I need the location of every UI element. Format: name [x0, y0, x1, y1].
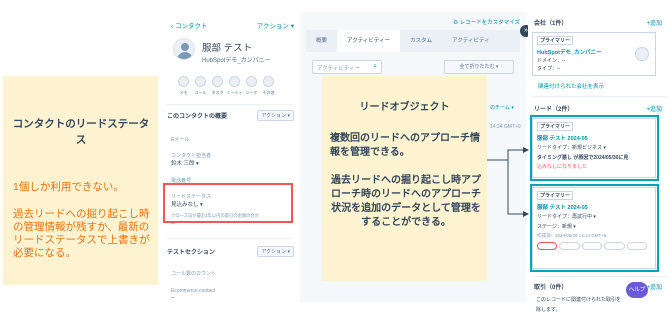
divider	[167, 238, 294, 239]
annotation-title: コンタクトのリードステータス	[12, 118, 150, 146]
contact-nav-row: ‹ コンタクト アクション ▾	[171, 20, 294, 30]
sequence-icon	[246, 76, 257, 87]
action-label: メモ	[179, 90, 188, 95]
deals-empty-text: このレコードに関連付けられた取引を	[536, 297, 622, 303]
associations-panel: 会社（1件） +追加 プライマリー HubSpotデモ_カンパニー ドメイン：-…	[528, 12, 670, 315]
action-label: ミーティ	[226, 90, 243, 95]
avatar	[173, 38, 195, 60]
annotation-line: 複数回のリードへのアプローチ情報を管理できる。	[330, 133, 480, 158]
contact-panel: ‹ コンタクト アクション ▾ 服部 テスト HubSpotデモ_カンパニー メ…	[163, 12, 298, 307]
more-icon	[263, 76, 274, 87]
company-domain: ドメイン：--	[537, 58, 566, 64]
deals-empty-text-cont: 除します。	[536, 307, 561, 313]
search-icon: ⌕	[373, 63, 377, 70]
activity-time: 14:24 GMT+9	[490, 124, 521, 130]
quick-actions: メモ コール タスク ミーティ シーケ その他	[177, 76, 275, 96]
divider	[167, 104, 294, 105]
add-lead-link[interactable]: +追加	[646, 104, 662, 113]
meeting-action-button[interactable]: ミーティ	[226, 76, 243, 96]
search-placeholder: アクティビティー	[317, 66, 361, 72]
phone-icon	[195, 76, 206, 87]
action-label: コール	[194, 90, 207, 95]
call-action-button[interactable]: コール	[194, 76, 207, 96]
tab-custom[interactable]: カスタム	[400, 30, 442, 52]
ecommerce-value: --	[171, 295, 175, 301]
about-actions-button[interactable]: アクション ▾	[257, 110, 294, 121]
note-icon	[178, 76, 189, 87]
lead-object-annotation: リードオブジェクト 複数回のリードへのアプローチ情報を管理できる。 過去リードへ…	[322, 76, 487, 281]
lead-card-1-highlight	[530, 115, 659, 181]
company-card[interactable]: プライマリー HubSpotデモ_カンパニー ドメイン：-- タイプ：--	[532, 32, 656, 76]
activity-search-input[interactable]: アクティビティー ⌕	[312, 60, 382, 74]
view-associated-companies-link[interactable]: 関連付けられた会社を表示	[538, 82, 604, 90]
note-action-button[interactable]: メモ	[177, 76, 190, 96]
company-name-link[interactable]: HubSpotデモ_カンパニー	[537, 48, 601, 56]
company-logo-icon	[635, 47, 649, 61]
tab-overview[interactable]: 概要	[306, 30, 337, 52]
team-filter[interactable]: のチーム ▾	[490, 104, 514, 111]
test-section-title: テストセクション	[167, 250, 216, 256]
annotation-line: 過去リードへの掘り起こし時アプローチ時のリードへのアプローチ状況を追加のデータと…	[331, 175, 481, 228]
contact-name: 服部 テスト	[202, 43, 253, 54]
primary-badge: プライマリー	[537, 36, 574, 45]
more-action-button[interactable]: その他	[262, 76, 275, 96]
action-label: タスク	[211, 90, 224, 95]
collapse-all-button[interactable]: 全て折りたたむ ▾	[444, 60, 514, 74]
about-section-header[interactable]: このコンタクトの概要 アクション ▾	[167, 110, 294, 121]
about-section-title: このコンタクトの概要	[167, 114, 228, 120]
add-company-link[interactable]: +追加	[646, 18, 662, 27]
divider	[532, 96, 666, 97]
test-section-header[interactable]: テストセクション アクション ▾	[167, 246, 294, 257]
email-label: Eメール	[171, 137, 190, 143]
help-button[interactable]: ヘルプ	[626, 282, 648, 298]
owner-select[interactable]: 鈴木 三郎 ▾	[171, 159, 199, 167]
deals-section-title: 取引（0件）	[534, 285, 568, 291]
ecommerce-label: Ecommerce contact	[171, 288, 216, 294]
test-actions-button[interactable]: アクション ▾	[257, 246, 294, 257]
contact-company: HubSpotデモ_カンパニー	[202, 58, 271, 64]
back-to-contacts-link[interactable]: ‹ コンタクト	[171, 20, 207, 30]
company-section-header[interactable]: 会社（1件） +追加	[534, 18, 662, 27]
call-count-label: コール数のカウント	[171, 271, 217, 277]
customize-record-link[interactable]: ⚙ レコードをカスタマイズ	[453, 18, 520, 26]
task-icon	[212, 76, 223, 87]
lead-status-highlight	[163, 183, 293, 223]
annotation-line: 1個しか利用できない。	[13, 181, 124, 193]
lead-card-2-highlight	[530, 184, 659, 272]
contact-actions-menu[interactable]: アクション ▾	[257, 20, 294, 30]
annotation-line: 過去リードへの掘り起こし時の管理情報が残すか、最新のリードステータスで上書きが必…	[13, 208, 150, 259]
lead-status-annotation: コンタクトのリードステータス 1個しか利用できない。 過去リードへの掘り起こし時…	[3, 76, 158, 285]
add-deal-link[interactable]: +追加	[646, 282, 662, 291]
owner-label: コンタクト担当者	[171, 153, 212, 159]
annotation-title: リードオブジェクト	[359, 102, 450, 113]
lead-section-title: リード（2件）	[534, 107, 574, 113]
tab-activity-2[interactable]: アクティビティ	[442, 30, 500, 52]
company-type: タイプ：--	[537, 66, 561, 72]
company-section-title: 会社（1件）	[534, 21, 568, 27]
lead-section-header[interactable]: リード（2件） +追加	[534, 104, 662, 113]
divider	[532, 276, 666, 277]
record-tabs: 概要 アクティビティー カスタム アクティビティ	[306, 30, 520, 52]
action-label: シーケ	[245, 90, 258, 95]
action-label: その他	[262, 90, 275, 95]
sequence-action-button[interactable]: シーケ	[245, 76, 258, 96]
task-action-button[interactable]: タスク	[211, 76, 224, 96]
tab-activities[interactable]: アクティビティー	[337, 30, 401, 52]
calendar-icon	[229, 76, 240, 87]
